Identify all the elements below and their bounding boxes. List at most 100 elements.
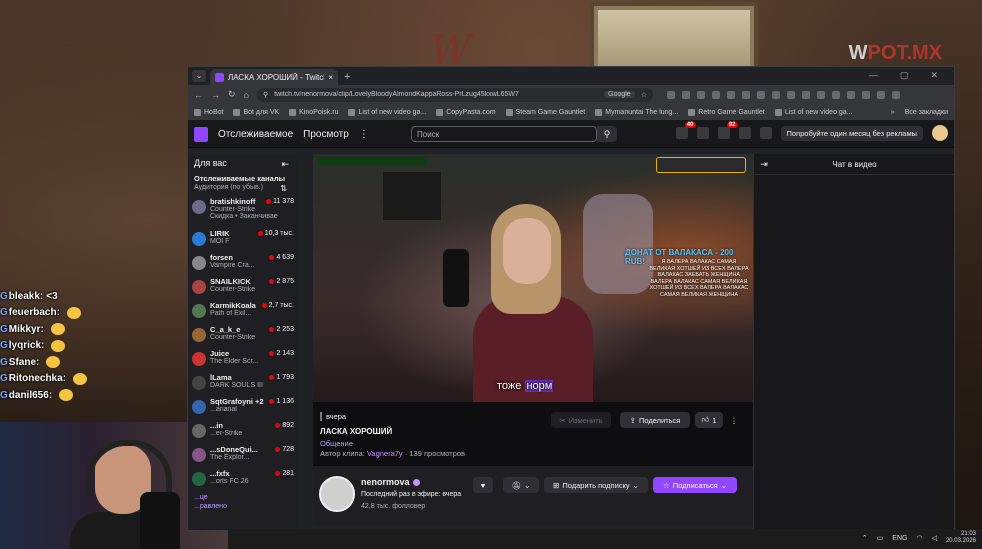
reload-icon[interactable]: ↻ (228, 89, 236, 100)
nav-more-icon[interactable]: ⋮ (359, 129, 369, 140)
gift-icon: ⊞ (553, 480, 560, 490)
bookmark-item[interactable]: List of new video ga... (348, 108, 426, 116)
clip-author-link[interactable]: Vagnera7y (367, 449, 403, 458)
clock[interactable]: 21:03 20.03.2026 (946, 531, 976, 545)
notifications-toggle[interactable]: 🔕︎ ⌄ (503, 477, 539, 493)
sort-icon[interactable]: ⇅ (280, 184, 287, 193)
live-dot-icon (257, 231, 263, 236)
bookmarks-more-button[interactable]: » (891, 109, 895, 116)
language-indicator[interactable]: ENG (892, 535, 907, 542)
bookmark-item[interactable]: Mymanuntai The lung... (595, 108, 678, 116)
network-icon[interactable]: ▭ (877, 534, 884, 542)
followers-count: 42,8 тыс. фолловер (361, 503, 426, 510)
extension-icon[interactable] (696, 90, 705, 99)
bookmark-item[interactable]: List of new video ga... (774, 108, 853, 116)
share-button[interactable]: ⇪ Поделиться (620, 412, 690, 428)
bookmark-item[interactable]: CopyPasta.com (436, 108, 496, 116)
all-bookmarks-folder[interactable]: Все закладки (905, 109, 948, 116)
bookmark-item[interactable]: KinoPoisk.ru (289, 108, 338, 116)
collapse-chat-icon[interactable]: ⇥ (754, 159, 774, 170)
bookmark-star-icon[interactable]: ☆ (641, 91, 647, 99)
volume-icon[interactable]: ◁ (932, 534, 937, 542)
video-player[interactable]: ДОНАТ ОТ ВАЛАКАСА - 200 RUB! Я ВАЛЕРА ВА… (313, 154, 753, 402)
edit-clip-button[interactable]: ✂ Изменить (551, 412, 611, 428)
home-icon[interactable]: ⌂ (244, 90, 249, 100)
followed-channel-item[interactable]: lLama DARK SOULS III 1 793 (188, 372, 297, 396)
tab-close-icon[interactable]: × (328, 73, 333, 82)
overlay-chat-message: G Mikkyr: (0, 321, 120, 338)
followed-channel-item[interactable]: ...in ...er-Strike 892 (188, 420, 297, 444)
extension-icon[interactable] (891, 90, 900, 99)
browser-tab[interactable]: ЛАСКА ХОРОШИЙ - Twitch × (210, 69, 338, 85)
inbox-icon[interactable]: 92 (717, 122, 738, 139)
bits-icon[interactable] (759, 127, 772, 139)
nav-following[interactable]: Отслеживаемое (218, 129, 293, 140)
maximize-button[interactable]: ▢ (900, 70, 909, 81)
whispers-icon[interactable] (696, 127, 709, 139)
extension-7tv-icon[interactable] (738, 127, 751, 139)
viewer-count: 728 (275, 446, 294, 453)
tab-search-button[interactable]: ⌄ (192, 70, 206, 82)
like-button[interactable]: 👍︎ 1 (695, 412, 723, 428)
extension-icon[interactable] (816, 90, 825, 99)
extension-icon[interactable] (846, 90, 855, 99)
show-less-link[interactable]: ...равлено (194, 503, 291, 510)
overlay-chat-text: <3 (46, 290, 58, 302)
followed-channel-item[interactable]: KarmikKoala Path of Exil... 2,7 тыс. (188, 300, 297, 324)
tray-overflow-icon[interactable]: ⌃ (862, 534, 868, 542)
extension-icon[interactable] (786, 90, 795, 99)
clip-category-link[interactable]: Общение (320, 439, 353, 448)
google-lens-chip[interactable]: Google (604, 91, 635, 98)
clip-more-button[interactable]: ⋮ (727, 412, 741, 428)
gift-sub-button[interactable]: ⊞ Подарить подписку ⌄ (544, 477, 648, 493)
watermark-logo: WPOT.MX (848, 42, 942, 64)
extension-icon[interactable] (801, 90, 810, 99)
back-icon[interactable]: ← (194, 90, 203, 100)
followed-channel-item[interactable]: LIRIK MOI F 10,3 тыс. (188, 228, 297, 252)
minimize-button[interactable]: — (869, 70, 878, 81)
followed-channel-item[interactable]: ...sDoneQui... The Explor... 728 (188, 444, 297, 468)
extension-icon[interactable] (666, 90, 675, 99)
followed-channel-item[interactable]: ...fxfx ...orts FC 26 281 (188, 468, 297, 492)
followed-channel-item[interactable]: Juice The Elder Scr... 2 143 (188, 348, 297, 372)
followed-channel-item[interactable]: SqtGrafoyni +2 ...ananal 1 136 (188, 396, 297, 420)
nav-browse[interactable]: Просмотр (303, 129, 349, 140)
url-field[interactable]: ⚲ twitch.tv/nenormova/clip/LovelyBloodyA… (256, 87, 653, 102)
user-avatar[interactable] (932, 125, 948, 141)
search-input[interactable]: Поиск (411, 126, 597, 142)
forward-icon[interactable]: → (211, 90, 220, 100)
extension-icon[interactable] (876, 90, 885, 99)
bookmark-item[interactable]: Retro Game Gauntlet (688, 108, 765, 116)
twitch-logo-icon[interactable] (194, 126, 208, 142)
channel-avatar[interactable] (319, 476, 355, 512)
search-icon[interactable]: ⚲ (597, 126, 617, 142)
show-more-link[interactable]: ...це (194, 494, 291, 501)
site-info-icon[interactable]: ⚲ (263, 91, 268, 99)
extension-icon[interactable] (741, 90, 750, 99)
turbo-promo-button[interactable]: Попробуйте один месяц без рекламы (780, 125, 923, 141)
wifi-icon[interactable]: ◠ (916, 534, 922, 542)
followed-channel-item[interactable]: SNAILKICK Counter-Strike 2 875 (188, 276, 297, 300)
bookmark-item[interactable]: Steam Game Gauntlet (505, 108, 585, 116)
notifications-icon[interactable]: 40 (675, 122, 696, 139)
extension-icon[interactable] (681, 90, 690, 99)
followed-channel-item[interactable]: C_a_k_e Counter-Strike 2 253 (188, 324, 297, 348)
extension-icon[interactable] (861, 90, 870, 99)
collapse-sidebar-icon[interactable]: ⇤ (281, 159, 289, 170)
followed-channel-item[interactable]: forsen Vampire Cra... 4 639 (188, 252, 297, 276)
followed-channel-item[interactable]: bratishkinoff Counter-Strike Скидка • Зака… (188, 196, 297, 228)
bookmark-item[interactable]: Bot для VK (233, 108, 279, 116)
new-tab-button[interactable]: + (344, 71, 350, 83)
channel-avatar (192, 448, 206, 462)
extension-icon[interactable] (711, 90, 720, 99)
bookmark-item[interactable]: HoBot (194, 108, 223, 116)
extension-icon[interactable] (771, 90, 780, 99)
clip-title: ЛАСКА ХОРОШИЙ (320, 427, 393, 436)
extension-icon[interactable] (831, 90, 840, 99)
extension-icon[interactable] (756, 90, 765, 99)
channel-name[interactable]: nenormova (361, 477, 420, 487)
close-window-button[interactable]: ✕ (930, 70, 938, 81)
extension-icon[interactable] (726, 90, 735, 99)
follow-heart-button[interactable]: ♥ (473, 477, 493, 493)
subscribe-button[interactable]: ☆ Подписаться ⌄ (653, 477, 737, 493)
